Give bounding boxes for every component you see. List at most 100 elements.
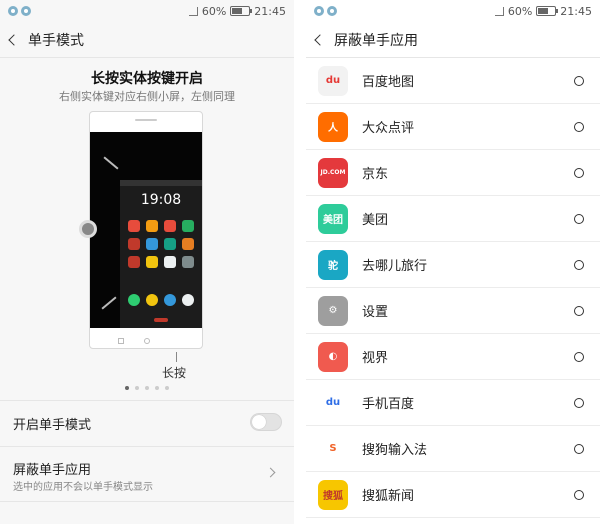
app-icon — [146, 238, 158, 250]
app-icon — [164, 256, 176, 268]
phone-app-icon — [128, 294, 140, 306]
select-radio[interactable] — [574, 214, 584, 224]
chevron-right-icon — [265, 467, 276, 478]
list-item[interactable]: ⚙ 设置 — [306, 288, 600, 334]
status-time: 21:45 — [560, 4, 592, 18]
app-icon — [128, 256, 140, 268]
browser-app-icon — [182, 294, 194, 306]
enable-one-hand-row[interactable]: 开启单手模式 — [0, 400, 294, 446]
indicator-line — [176, 352, 177, 362]
app-notification-icon — [21, 6, 31, 16]
app-name: 去哪儿旅行 — [362, 259, 428, 274]
select-radio[interactable] — [574, 398, 584, 408]
list-item[interactable]: du 百度地图 — [306, 58, 600, 104]
jd-icon: JD.COM — [318, 157, 348, 188]
long-press-label: 长按 — [162, 366, 187, 380]
guide-title: 长按实体按键开启 — [91, 71, 203, 87]
signal-icon — [494, 6, 504, 16]
app-name: 视界 — [362, 351, 389, 366]
guide-subtitle: 右侧实体键对应右侧小屏，左侧同理 — [59, 90, 235, 103]
app-name: 大众点评 — [362, 121, 415, 136]
app-list: du 百度地图人大众点评 JD.COM 京东 美团 美团驼去哪儿旅行 ⚙ 设置 ◐ 视界 du 手机百… — [306, 58, 600, 518]
physical-key-highlight-icon — [79, 220, 97, 238]
back-arrow-icon[interactable] — [314, 34, 326, 46]
setting-label: 开启单手模式 — [13, 418, 92, 433]
back-arrow-icon[interactable] — [8, 34, 20, 46]
list-item[interactable]: S 搜狗输入法 — [306, 426, 600, 472]
app-icon — [128, 220, 140, 232]
app-icon — [182, 238, 194, 250]
signal-icon — [188, 6, 198, 16]
shijie-icon: ◐ — [318, 341, 348, 372]
shrunk-screen: 19:08 — [120, 180, 202, 328]
app-icon — [128, 238, 140, 250]
phone-clock: 19:08 — [140, 192, 182, 208]
nav-indicator — [154, 318, 168, 322]
app-name: 搜狐新闻 — [362, 489, 415, 504]
battery-percent: 60% — [507, 4, 533, 18]
sogou-input-icon: S — [318, 433, 348, 464]
arrow-icon — [101, 296, 117, 310]
one-hand-mode-screen: 60% 21:45 单手模式 长按实体按键开启 右侧实体键对应右侧小屏，左侧同理… — [0, 0, 294, 524]
dock — [128, 294, 194, 306]
setting-label: 屏蔽单手应用 — [13, 463, 92, 478]
qunar-icon: 驼 — [318, 249, 348, 280]
select-radio[interactable] — [574, 306, 584, 316]
setting-description: 选中的应用不会以单手模式显示 — [13, 482, 153, 493]
app-icon — [146, 220, 158, 232]
select-radio[interactable] — [574, 122, 584, 132]
app-grid — [128, 220, 194, 268]
phone-screen: 19:08 — [90, 132, 202, 328]
messages-app-icon — [164, 294, 176, 306]
list-item[interactable]: 驼去哪儿旅行 — [306, 242, 600, 288]
app-name: 京东 — [362, 167, 389, 182]
select-radio[interactable] — [574, 168, 584, 178]
list-item[interactable]: JD.COM 京东 — [306, 150, 600, 196]
app-icon — [146, 256, 158, 268]
select-radio[interactable] — [574, 76, 584, 86]
page-dot — [155, 386, 159, 390]
page-dot — [165, 386, 169, 390]
app-notification-icon — [314, 6, 324, 16]
select-radio[interactable] — [574, 352, 584, 362]
app-name: 手机百度 — [362, 397, 415, 412]
settings-icon: ⚙ — [318, 295, 348, 326]
contacts-app-icon — [146, 294, 158, 306]
app-icon — [164, 238, 176, 250]
sohu-news-icon: 搜狐 — [318, 479, 348, 510]
page-title: 屏蔽单手应用 — [334, 32, 418, 49]
phone-keys — [90, 330, 202, 350]
battery-icon — [230, 6, 253, 16]
mobile-baidu-icon: du — [318, 387, 348, 418]
select-radio[interactable] — [574, 490, 584, 500]
battery-icon — [536, 6, 559, 16]
one-hand-toggle[interactable] — [250, 413, 282, 431]
list-item[interactable]: du 手机百度 — [306, 380, 600, 426]
meituan-icon: 美团 — [318, 203, 348, 234]
block-apps-row[interactable]: 屏蔽单手应用 选中的应用不会以单手模式显示 — [0, 446, 294, 502]
title-bar: 单手模式 — [0, 22, 294, 58]
block-apps-screen: 60% 21:45 屏蔽单手应用 du 百度地图人大众点评 JD.COM 京东 美团 美团… — [306, 0, 600, 524]
list-item[interactable]: ◐ 视界 — [306, 334, 600, 380]
dianping-icon: 人 — [318, 111, 348, 142]
menu-key-icon — [118, 338, 124, 344]
app-notification-icon — [327, 6, 337, 16]
list-item[interactable]: 人大众点评 — [306, 104, 600, 150]
app-notification-icon — [8, 6, 18, 16]
list-item[interactable]: 搜狐 搜狐新闻 — [306, 472, 600, 518]
arrow-icon — [103, 156, 119, 170]
app-name: 百度地图 — [362, 75, 415, 90]
page-dot — [145, 386, 149, 390]
status-bar: 60% 21:45 — [0, 0, 294, 22]
select-radio[interactable] — [574, 444, 584, 454]
app-name: 搜狗输入法 — [362, 443, 428, 458]
app-icon — [164, 220, 176, 232]
list-item[interactable]: 美团 美团 — [306, 196, 600, 242]
notification-icons — [314, 6, 337, 16]
notification-icons — [8, 6, 31, 16]
select-radio[interactable] — [574, 260, 584, 270]
app-icon — [182, 220, 194, 232]
page-dot — [135, 386, 139, 390]
status-bar: 60% 21:45 — [306, 0, 600, 22]
screen-divider — [294, 0, 306, 524]
